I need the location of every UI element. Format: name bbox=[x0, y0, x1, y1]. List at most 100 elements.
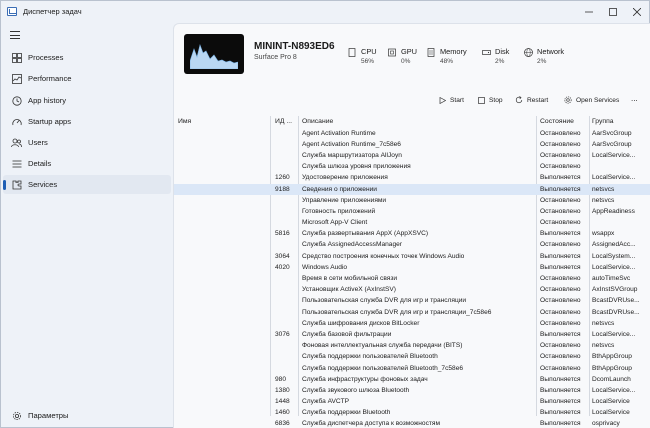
more-options-button[interactable]: ... bbox=[631, 92, 638, 104]
disk-icon bbox=[482, 48, 491, 57]
cell-group: AppReadiness bbox=[592, 207, 635, 215]
restart-label: Restart bbox=[527, 96, 549, 104]
column-header-group[interactable]: Группа bbox=[592, 118, 614, 125]
table-row[interactable]: AppReadiness Готовность приложений Останов… bbox=[174, 206, 650, 217]
cell-state: Остановлено bbox=[540, 140, 581, 148]
cell-desc: Служба AVCTP bbox=[302, 398, 350, 406]
cell-desc: Служба маршрутизатора AllJoyn bbox=[302, 151, 402, 159]
cell-desc: Agent Activation Runtime bbox=[302, 129, 376, 137]
cell-group: DcomLaunch bbox=[592, 375, 631, 383]
sidebar-item-settings[interactable]: Параметры bbox=[3, 406, 171, 425]
cell-group: LocalSystem... bbox=[592, 252, 636, 260]
sidebar-item-services[interactable]: Services bbox=[3, 175, 171, 194]
close-button[interactable] bbox=[625, 1, 649, 23]
cell-state: Остановлено bbox=[540, 319, 581, 327]
table-row[interactable]: AppMgmtУправление приложениямиОстановлен… bbox=[174, 195, 650, 206]
more-label: ... bbox=[631, 93, 638, 103]
cell-state: Остановлено bbox=[540, 308, 581, 316]
table-row[interactable]: autotimesvcВремя в сети мобильной связиО… bbox=[174, 273, 650, 284]
table-row[interactable]: BFE3076Служба базовой фильтрацииВыполняе… bbox=[174, 329, 650, 340]
stop-label: Stop bbox=[489, 96, 503, 104]
cell-state: Остановлено bbox=[540, 219, 581, 227]
open-services-button[interactable]: Open Services bbox=[564, 94, 619, 106]
cell-state: Выполняется bbox=[540, 330, 581, 338]
cell-pid: 3076 bbox=[275, 330, 290, 338]
table-row[interactable]: BDESVCСлужба шифрования дисков BitLocker… bbox=[174, 318, 650, 329]
sidebar-item-label: Processes bbox=[28, 53, 64, 62]
cell-desc: Служба поддержки пользователей Bluetooth bbox=[302, 353, 438, 361]
cell-desc: Средство построения конечных точек Windo… bbox=[302, 252, 465, 260]
table-row[interactable]: ALGСлужба шлюза уровня приложенияОстанов… bbox=[174, 162, 650, 173]
table-row[interactable]: BrokerInfrastructure980Служба инфраструк… bbox=[174, 374, 650, 385]
table-row[interactable]: Audiosrv4020Windows AudioВыполняетсяLoca… bbox=[174, 262, 650, 273]
column-header-description[interactable]: Описание bbox=[302, 118, 333, 125]
table-row[interactable]: bthserv1460Служба поддержки BluetoothВып… bbox=[174, 408, 650, 419]
services-page: MININT-N893ED6 Surface Pro 8 CPU 56% GPU… bbox=[173, 23, 650, 428]
stop-button[interactable]: Stop bbox=[477, 94, 503, 106]
minimize-button[interactable] bbox=[577, 1, 601, 23]
table-row[interactable]: AssignedAccessManager...Служба AssignedA… bbox=[174, 240, 650, 251]
cell-desc: Управление приложениями bbox=[302, 196, 387, 204]
table-row[interactable]: AJRouterСлужба маршрутизатора AllJoynОст… bbox=[174, 150, 650, 161]
title-bar: Диспетчер задач bbox=[1, 1, 649, 23]
metric-label: CPU bbox=[361, 47, 377, 56]
cell-group: LocalService bbox=[592, 398, 630, 406]
column-header-status[interactable]: Состояние bbox=[540, 118, 574, 125]
hamburger-menu-icon[interactable] bbox=[10, 31, 20, 39]
table-row[interactable]: camsvc6836Служба диспетчера доступа к во… bbox=[174, 419, 650, 428]
cell-group: netsvcs bbox=[592, 319, 615, 327]
cell-state: Остановлено bbox=[540, 207, 581, 215]
sidebar: Processes Performance App history Startu… bbox=[1, 23, 173, 428]
table-row[interactable]: BcastDVRUserService_7c...Пользовательска… bbox=[174, 307, 650, 318]
start-label: Start bbox=[450, 96, 464, 104]
start-button[interactable]: Start bbox=[438, 94, 464, 106]
cell-desc: Microsoft App-V Client bbox=[302, 219, 368, 227]
table-row[interactable]: AarSvc_7c58e6Agent Activation Runtime_7c… bbox=[174, 139, 650, 150]
cell-group: AxInstSVGroup bbox=[592, 286, 638, 294]
cell-desc: Пользовательская служба DVR для игр и тр… bbox=[302, 297, 467, 305]
sidebar-item-processes[interactable]: Processes bbox=[3, 48, 171, 67]
cell-desc: Служба поддержки Bluetooth bbox=[302, 409, 391, 417]
sidebar-item-users[interactable]: Users bbox=[3, 133, 171, 152]
cell-state: Выполняется bbox=[540, 409, 581, 417]
sidebar-item-performance[interactable]: Performance bbox=[3, 69, 171, 88]
table-row[interactable]: AarSvcAgent Activation RuntimeОстановлен… bbox=[174, 128, 650, 139]
table-row[interactable]: AxInstSVУстановщик ActiveX (AxInstSV)Ост… bbox=[174, 285, 650, 296]
column-header-pid[interactable]: ИД ... bbox=[275, 118, 292, 125]
cell-group: autoTimeSvc bbox=[592, 275, 631, 283]
sidebar-item-details[interactable]: Details bbox=[3, 154, 171, 173]
sidebar-item-app-history[interactable]: App history bbox=[3, 91, 171, 110]
table-row[interactable]: BITSФоновая интеллектуальная служба пере… bbox=[174, 341, 650, 352]
cell-state: Выполняется bbox=[540, 375, 581, 383]
table-row[interactable]: AppIDSvc1260Удостоверение приложенияВыпо… bbox=[174, 173, 650, 184]
cell-group: BcastDVRUse... bbox=[592, 297, 640, 305]
cell-desc: Установщик ActiveX (AxInstSV) bbox=[302, 286, 396, 294]
table-row[interactable]: AppXSvc5816Служба развертывания AppX (Ap… bbox=[174, 229, 650, 240]
table-row[interactable]: AppVClientMicrosoft App-V ClientОстановл… bbox=[174, 218, 650, 229]
sidebar-item-startup-apps[interactable]: Startup apps bbox=[3, 112, 171, 131]
table-row[interactable]: BluetoothUserServiceСлужба поддержки пол… bbox=[174, 352, 650, 363]
restart-button[interactable]: Restart bbox=[515, 94, 548, 106]
cell-state: Выполняется bbox=[540, 263, 581, 271]
cell-group: osprivacy bbox=[592, 420, 620, 428]
table-row[interactable]: AudioEndpointBuilder3064Средство построе… bbox=[174, 251, 650, 262]
device-summary: MININT-N893ED6 Surface Pro 8 CPU 56% GPU… bbox=[174, 24, 650, 86]
table-row[interactable]: BthAvctpSvc1448Служба AVCTPВыполняетсяLo… bbox=[174, 397, 650, 408]
metric-value: 2% bbox=[495, 58, 505, 65]
services-icon bbox=[564, 96, 572, 104]
table-row[interactable]: BluetoothUserService_7c...Служба поддерж… bbox=[174, 363, 650, 374]
services-table: Имя ^ ИД ... Описание Состояние Группа A… bbox=[174, 116, 650, 428]
metric-value: 2% bbox=[537, 58, 547, 65]
cell-pid: 6836 bbox=[275, 420, 290, 428]
cell-desc: Служба поддержки пользователей Bluetooth… bbox=[302, 364, 464, 372]
maximize-button[interactable] bbox=[601, 1, 625, 23]
table-row[interactable]: BcastDVRUserServiceПользовательская служ… bbox=[174, 296, 650, 307]
cell-group: netsvcs bbox=[592, 185, 615, 193]
cell-state: Выполняется bbox=[540, 398, 581, 406]
metric-label: Disk bbox=[495, 47, 510, 56]
cell-desc: Служба шифрования дисков BitLocker bbox=[302, 319, 420, 327]
open-services-label: Open Services bbox=[576, 96, 620, 104]
table-row[interactable]: Appinfo9188Сведения о приложенииВыполняе… bbox=[174, 183, 650, 196]
table-row[interactable]: BTAGService1380Служба звукового шлюза Bl… bbox=[174, 385, 650, 396]
column-header-name[interactable]: Имя bbox=[178, 118, 191, 125]
